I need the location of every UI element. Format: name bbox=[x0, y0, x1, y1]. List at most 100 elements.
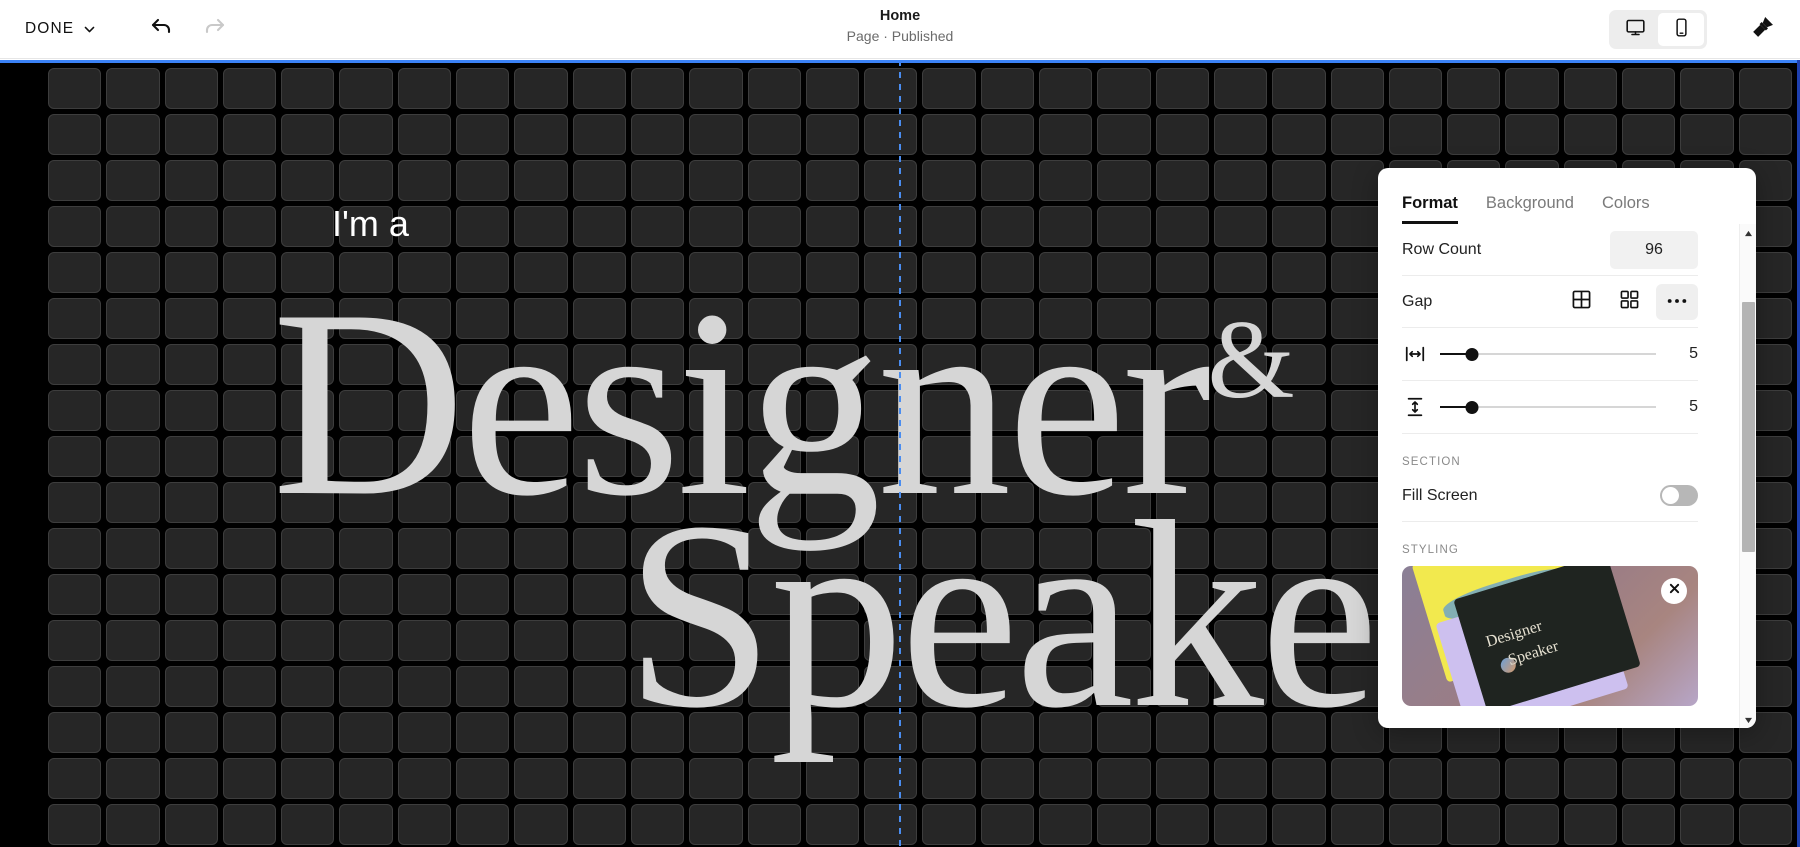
grid-cell bbox=[1097, 206, 1151, 247]
grid-cell bbox=[514, 804, 568, 845]
redo-button[interactable] bbox=[196, 11, 232, 47]
desktop-monitor-icon bbox=[1625, 17, 1646, 43]
grid-cell bbox=[106, 160, 160, 201]
grid-cell bbox=[980, 252, 1035, 293]
grid-cell bbox=[689, 114, 743, 155]
grid-cell bbox=[747, 804, 801, 845]
theme-brush-button[interactable] bbox=[1746, 14, 1778, 46]
grid-cell bbox=[456, 252, 510, 293]
section-header: SECTION bbox=[1402, 456, 1461, 468]
grid-cell bbox=[747, 620, 801, 661]
grid-cell bbox=[1330, 68, 1384, 109]
tab-format[interactable]: Format bbox=[1402, 194, 1458, 224]
grid-cell bbox=[514, 344, 568, 385]
grid-cell bbox=[222, 68, 277, 109]
gap-custom-button[interactable] bbox=[1656, 283, 1698, 320]
grid-cell bbox=[397, 344, 452, 385]
grid-cell bbox=[1155, 114, 1209, 155]
scrollbar-thumb[interactable] bbox=[1742, 302, 1755, 552]
styling-preview-card[interactable]: Designer Speaker bbox=[1402, 566, 1698, 706]
grid-cell bbox=[106, 68, 160, 109]
horizontal-gap-slider[interactable] bbox=[1440, 345, 1656, 363]
grid-cell bbox=[1622, 68, 1676, 109]
grid-cell bbox=[1213, 390, 1268, 431]
grid-cell bbox=[980, 298, 1035, 339]
grid-cell bbox=[48, 114, 102, 155]
slider-thumb[interactable] bbox=[1465, 347, 1479, 361]
grid-cell bbox=[106, 482, 160, 523]
grid-cell bbox=[630, 114, 685, 155]
grid-cell bbox=[1039, 528, 1093, 569]
grid-cell bbox=[456, 390, 510, 431]
scrollbar-up-button[interactable] bbox=[1740, 224, 1756, 241]
grid-cell bbox=[1622, 114, 1676, 155]
gap-preset-small-button[interactable] bbox=[1608, 284, 1650, 320]
grid-cell bbox=[106, 206, 160, 247]
grid-cell bbox=[1388, 804, 1443, 845]
panel-scrollbar[interactable] bbox=[1739, 224, 1756, 728]
grid-cell bbox=[1213, 620, 1268, 661]
scrollbar-down-button[interactable] bbox=[1740, 711, 1756, 728]
slider-thumb[interactable] bbox=[1465, 400, 1479, 414]
grid-cell bbox=[747, 482, 801, 523]
grid-cell bbox=[397, 298, 452, 339]
grid-cell bbox=[1155, 758, 1209, 799]
grid-cell bbox=[689, 712, 743, 753]
vertical-gap-slider[interactable] bbox=[1440, 398, 1656, 416]
styling-close-button[interactable] bbox=[1661, 578, 1687, 604]
device-desktop-button[interactable] bbox=[1612, 13, 1658, 46]
grid-cell bbox=[106, 390, 160, 431]
grid-cell bbox=[572, 436, 626, 477]
device-mobile-button[interactable] bbox=[1658, 13, 1704, 46]
grid-cell bbox=[1330, 114, 1384, 155]
grid-cell bbox=[48, 436, 102, 477]
gap-preset-large-button[interactable] bbox=[1560, 284, 1602, 320]
grid-cell bbox=[689, 436, 743, 477]
grid-cell bbox=[48, 758, 102, 799]
grid-cell bbox=[689, 574, 743, 615]
grid-cell bbox=[572, 666, 626, 707]
grid-cell bbox=[864, 344, 918, 385]
tab-background[interactable]: Background bbox=[1486, 194, 1574, 224]
grid-cell bbox=[572, 482, 626, 523]
tab-colors[interactable]: Colors bbox=[1602, 194, 1650, 224]
grid-cell bbox=[1330, 390, 1384, 431]
fill-screen-toggle[interactable] bbox=[1660, 485, 1698, 506]
grid-cell bbox=[689, 344, 743, 385]
grid-cell bbox=[864, 160, 918, 201]
grid-cell bbox=[106, 758, 160, 799]
grid-cell bbox=[48, 298, 102, 339]
grid-cell bbox=[1330, 482, 1384, 523]
done-menu-button[interactable]: DONE bbox=[25, 20, 96, 38]
styling-header: STYLING bbox=[1402, 544, 1459, 556]
paintbrush-icon bbox=[1749, 15, 1775, 46]
grid-cell bbox=[281, 482, 335, 523]
row-count-input[interactable]: 96 bbox=[1610, 230, 1698, 269]
grid-cell bbox=[1388, 114, 1443, 155]
grid-cell bbox=[1330, 574, 1384, 615]
grid-cell bbox=[222, 574, 277, 615]
grid-cell bbox=[1505, 114, 1559, 155]
grid-cell bbox=[747, 666, 801, 707]
grid-cell bbox=[1097, 68, 1151, 109]
undo-button[interactable] bbox=[144, 11, 180, 47]
grid-cell bbox=[805, 206, 860, 247]
grid-cell bbox=[281, 758, 335, 799]
grid-cell bbox=[689, 390, 743, 431]
grid-cell bbox=[1447, 758, 1501, 799]
grid-cell bbox=[805, 160, 860, 201]
grid-cell bbox=[397, 206, 452, 247]
grid-cell bbox=[922, 252, 976, 293]
grid-cell bbox=[630, 758, 685, 799]
grid-cell bbox=[1330, 298, 1384, 339]
grid-cell bbox=[980, 528, 1035, 569]
grid-cell bbox=[397, 482, 452, 523]
grid-cell bbox=[689, 68, 743, 109]
grid-cell bbox=[1738, 114, 1792, 155]
grid-cell bbox=[630, 206, 685, 247]
grid-cell bbox=[164, 712, 218, 753]
grid-cell bbox=[805, 298, 860, 339]
grid-cell bbox=[689, 252, 743, 293]
grid-cell bbox=[630, 666, 685, 707]
grid-cell bbox=[1447, 114, 1501, 155]
